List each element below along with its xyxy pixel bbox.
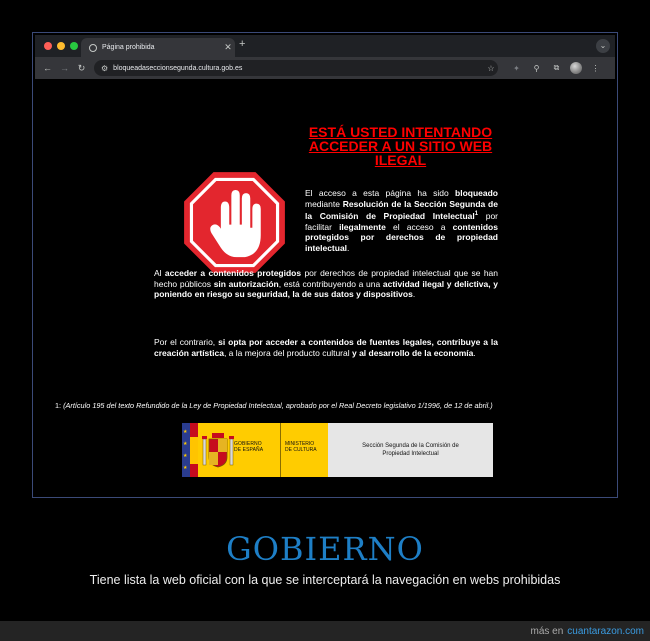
ministry-line-2: DE CULTURA	[285, 447, 317, 453]
spain-flag-icon	[190, 423, 198, 477]
reload-button[interactable]: ↻	[73, 63, 90, 74]
credit-site-link[interactable]: cuantarazon.com	[567, 626, 644, 637]
caption-subtitle: Tiene lista la web oficial con la que se…	[89, 573, 561, 587]
menu-dots-icon[interactable]: ⋮	[589, 64, 602, 73]
p2-bold-1: acceder a contenidos protegidos	[164, 268, 302, 278]
p2-text-4: .	[412, 289, 416, 300]
p3-text-2: , a la mejora del producto cultural	[223, 347, 352, 358]
p3-text-1: Por el contrario,	[154, 337, 219, 347]
p1-bold-3: ilegalmente	[339, 221, 386, 232]
tab-title: Página prohibida	[102, 44, 155, 51]
new-tab-button[interactable]: +	[239, 38, 245, 50]
p2-text-3: , está contribuyendo a una	[278, 278, 383, 289]
tab-active[interactable]: Página prohibida ✕	[81, 38, 235, 57]
paragraph-risk: Al acceder a contenidos protegidos por d…	[154, 268, 498, 300]
p2-bold-2: sin autorización	[213, 278, 279, 289]
toolbar-icons: ✦ ⚲ ⧉ ⋮	[510, 62, 602, 74]
stop-hand-icon	[184, 172, 285, 273]
globe-icon	[89, 43, 97, 52]
close-window-button[interactable]	[44, 42, 52, 50]
footnote-number: 1:	[55, 401, 62, 410]
p2-text-1: Al	[154, 268, 165, 278]
p1-text-2: mediante	[305, 198, 343, 209]
footnote: 1: (Artículo 195 del texto Refundido de …	[55, 401, 615, 410]
government-banner: ★ ★ ★ ★ GOBIERNO DE ESPAÑA MINISTERIO DE…	[182, 423, 493, 477]
back-button[interactable]: ←	[39, 63, 56, 73]
warning-heading: ESTÁ USTED INTENTANDO ACCEDER A UN SITIO…	[308, 124, 493, 168]
browser-window: Página prohibida ✕ + ⌄ ← → ↻ ⚙ bloqueada…	[35, 35, 615, 495]
minimize-window-button[interactable]	[57, 42, 65, 50]
screenshot-frame: Página prohibida ✕ + ⌄ ← → ↻ ⚙ bloqueada…	[32, 32, 618, 498]
p1-text-5: .	[347, 242, 350, 253]
paragraph-legal: Por el contrario, si opta por acceder a …	[154, 337, 498, 358]
site-info-icon[interactable]: ⚙	[101, 64, 108, 73]
extensions-icon[interactable]: ⧉	[550, 63, 563, 73]
site-credit: más en cuantarazon.com	[0, 621, 650, 641]
coat-of-arms-icon	[202, 433, 234, 468]
section-line-1: Sección Segunda de la Comisión de	[362, 443, 459, 449]
p1-bold-1: bloqueado	[455, 188, 498, 198]
profile-avatar[interactable]	[570, 62, 582, 74]
p3-text-3: .	[473, 347, 476, 358]
section-line-2: Propiedad Intelectual	[382, 451, 439, 457]
eu-flag-icon: ★ ★ ★ ★	[182, 423, 190, 477]
bookmark-star-icon[interactable]: ☆	[484, 64, 498, 73]
browser-toolbar: ← → ↻ ⚙ bloqueadaseccionsegunda.cultura.…	[35, 57, 615, 79]
gobierno-label: GOBIERNO DE ESPAÑA	[234, 423, 280, 477]
p1-text-4: el acceso a	[385, 221, 453, 232]
p1-text-1: El acceso a esta página ha sido	[305, 188, 456, 198]
sparkle-icon[interactable]: ✦	[510, 64, 523, 73]
maximize-window-button[interactable]	[70, 42, 78, 50]
tab-search-button[interactable]: ⌄	[596, 39, 610, 53]
accessibility-icon[interactable]: ⚲	[530, 64, 543, 73]
address-bar[interactable]: ⚙ bloqueadaseccionsegunda.cultura.gob.es…	[94, 60, 498, 76]
p3-bold-2: y al desarrollo de la economía	[351, 347, 474, 358]
tab-bar: Página prohibida ✕ + ⌄	[35, 35, 615, 57]
page-content: ESTÁ USTED INTENTANDO ACCEDER A UN SITIO…	[35, 79, 615, 495]
footnote-text: (Artículo 195 del texto Refundido de la …	[63, 401, 493, 410]
window-controls	[44, 42, 78, 50]
gov-line-2: DE ESPAÑA	[234, 447, 264, 453]
credit-prefix: más en	[530, 625, 564, 637]
paragraph-blocked: El acceso a esta página ha sido bloquead…	[305, 188, 498, 253]
section-label: Sección Segunda de la Comisión de Propie…	[328, 423, 493, 477]
ministerio-label: MINISTERIO DE CULTURA	[280, 423, 328, 477]
forward-button[interactable]: →	[56, 63, 73, 73]
url-text: bloqueadaseccionsegunda.cultura.gob.es	[113, 64, 243, 72]
close-tab-icon[interactable]: ✕	[221, 42, 235, 53]
caption-title: GOBIERNO	[226, 530, 424, 568]
